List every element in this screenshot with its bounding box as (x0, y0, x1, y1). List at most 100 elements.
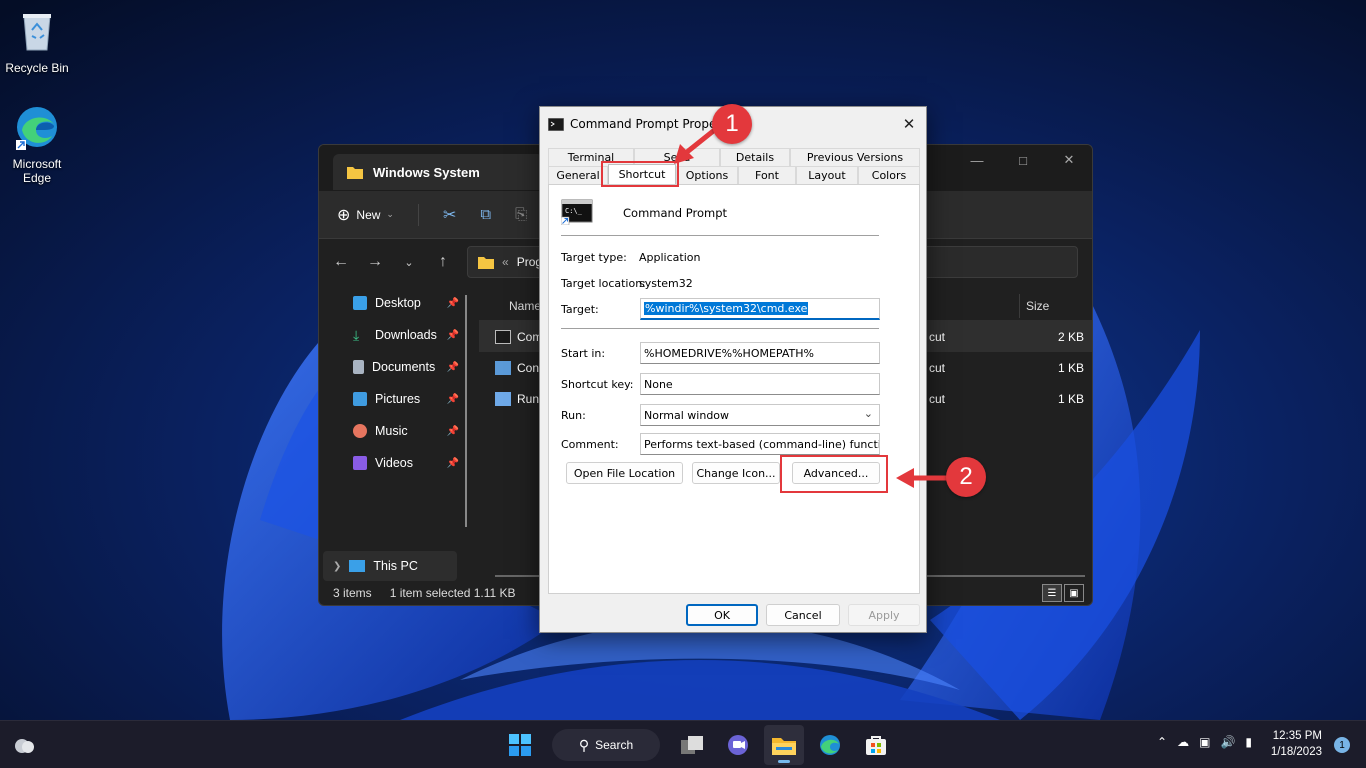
music-icon (353, 424, 367, 438)
sidebar-item-videos[interactable]: Videos 📌 (319, 447, 469, 479)
close-icon[interactable]: ✕ (1046, 145, 1092, 175)
column-header-name[interactable]: Name (509, 299, 541, 313)
change-icon-button[interactable]: Change Icon... (692, 462, 780, 484)
notification-count: 1 (1339, 739, 1345, 751)
column-header-size[interactable]: Size (1019, 293, 1049, 318)
tab-label: Details (735, 151, 775, 164)
tab-font[interactable]: Font (738, 166, 796, 184)
close-icon[interactable]: ✕ (898, 113, 920, 135)
target-type-label: Target type: (561, 251, 627, 264)
target-location-value: system32 (639, 277, 693, 290)
callout-number: 1 (725, 110, 739, 137)
sidebar-item-documents[interactable]: Documents 📌 (319, 351, 469, 383)
button-label: OK (714, 608, 730, 622)
videos-icon (353, 456, 367, 470)
tab-colors[interactable]: Colors (858, 166, 920, 184)
sidebar-item-desktop[interactable]: Desktop 📌 (319, 287, 469, 319)
shortcut-key-input[interactable]: None (640, 373, 880, 395)
file-type: cut (929, 360, 946, 375)
search-icon: ⚲ (578, 736, 590, 753)
sidebar-item-label: This PC (373, 559, 418, 573)
comment-label: Comment: (561, 438, 619, 451)
back-arrow-icon[interactable]: ← (331, 253, 351, 271)
comment-input[interactable]: Performs text-based (command-line) funct… (640, 433, 880, 455)
app-name: Command Prompt (623, 206, 728, 220)
onedrive-icon[interactable]: ☁ (1177, 735, 1189, 749)
download-icon: ⤓ (353, 327, 360, 343)
tiles-view-icon[interactable]: ▣ (1064, 584, 1084, 602)
tab-label: Colors (871, 169, 907, 182)
target-type-value: Application (639, 251, 701, 264)
desktop-icon-microsoft-edge[interactable]: Microsoft Edge (0, 104, 74, 185)
display-icon[interactable]: ▣ (1199, 735, 1210, 749)
teams-chat-button[interactable] (718, 725, 758, 765)
command-prompt-icon: C:\_ (561, 199, 593, 225)
volume-icon[interactable]: 🔊 (1220, 735, 1235, 749)
run-select[interactable]: Normal window ⌄ (640, 404, 880, 426)
sidebar-item-downloads[interactable]: ⤓ Downloads 📌 (319, 319, 469, 351)
tab-label: Font (755, 169, 779, 182)
recent-chevron-icon[interactable]: ⌄ (399, 256, 419, 269)
button-label: Open File Location (573, 466, 676, 480)
edge-button[interactable] (810, 725, 850, 765)
clock-date: 1/18/2023 (1270, 746, 1322, 758)
up-arrow-icon[interactable]: ↑ (433, 253, 453, 271)
cmd-icon (548, 117, 564, 131)
open-file-location-button[interactable]: Open File Location (566, 462, 683, 484)
chevron-up-icon[interactable]: ⌃ (1157, 735, 1167, 749)
maximize-icon[interactable]: □ (1000, 145, 1046, 175)
explorer-tab[interactable]: Windows System (333, 154, 543, 190)
tab-shortcut[interactable]: Shortcut (608, 164, 676, 184)
address-overflow[interactable]: « (502, 255, 509, 269)
search-button[interactable]: ⚲ Search (552, 729, 660, 761)
document-icon (353, 360, 364, 374)
cmd-shortcut-icon (495, 329, 511, 344)
copy-icon[interactable]: ⧉ (480, 206, 491, 223)
task-view-button[interactable] (672, 725, 712, 765)
sidebar-item-music[interactable]: Music 📌 (319, 415, 469, 447)
this-pc-icon (349, 560, 366, 572)
annotation-arrow-2 (896, 468, 952, 488)
weather-icon[interactable] (12, 735, 36, 755)
tab-layout[interactable]: Layout (796, 166, 858, 184)
taskbar-clock[interactable]: 12:35 PM 1/18/2023 (1271, 728, 1322, 760)
sidebar-scrollbar[interactable] (465, 295, 467, 527)
desktop-icon-label: Microsoft Edge (12, 157, 62, 185)
battery-icon[interactable]: ▮ (1245, 735, 1252, 749)
apply-button[interactable]: Apply (848, 604, 920, 626)
chat-icon (728, 735, 748, 755)
pictures-icon (353, 392, 367, 406)
svg-text:C:\_: C:\_ (565, 207, 583, 215)
taskbar: ⚲ Search ⌃ ☁ ▣ 🔊 ▮ 12:35 PM 1/18/2023 1 (0, 720, 1366, 768)
cut-icon[interactable]: ✂ (443, 205, 456, 225)
tab-previous-versions[interactable]: Previous Versions (790, 148, 920, 166)
advanced-button[interactable]: Advanced... (792, 462, 880, 484)
paste-icon[interactable]: ⎘ (515, 206, 527, 223)
tab-general[interactable]: General (548, 166, 608, 184)
start-in-input[interactable]: %HOMEDRIVE%%HOMEPATH% (640, 342, 880, 364)
forward-arrow-icon[interactable]: → (365, 253, 385, 271)
target-input[interactable]: %windir%\system32\cmd.exe (640, 298, 880, 320)
sidebar-item-this-pc[interactable]: ❯ This PC (323, 551, 457, 581)
sidebar-item-label: Desktop (375, 296, 421, 310)
chevron-down-icon: ⌄ (863, 407, 873, 420)
file-size: 1 KB (1057, 360, 1084, 375)
desktop-icon-recycle-bin[interactable]: Recycle Bin (0, 8, 74, 75)
sidebar-item-pictures[interactable]: Pictures 📌 (319, 383, 469, 415)
target-location-label: Target location: (561, 277, 646, 290)
cancel-button[interactable]: Cancel (766, 604, 840, 626)
start-button[interactable] (500, 725, 540, 765)
annotation-callout-2: 2 (946, 457, 986, 497)
ok-button[interactable]: OK (686, 604, 758, 626)
annotation-callout-1: 1 (712, 104, 752, 144)
sidebar-item-label: Documents (372, 360, 436, 374)
notification-badge[interactable]: 1 (1334, 737, 1350, 753)
new-button-label: New (356, 207, 381, 222)
new-button[interactable]: ⊕ New ⌄ (337, 205, 394, 225)
store-button[interactable] (856, 725, 896, 765)
file-explorer-button[interactable] (764, 725, 804, 765)
details-view-icon[interactable]: ☰ (1042, 584, 1062, 602)
search-label: Search (595, 738, 634, 752)
minimize-icon[interactable]: — (954, 145, 1000, 175)
callout-number: 2 (959, 463, 973, 490)
